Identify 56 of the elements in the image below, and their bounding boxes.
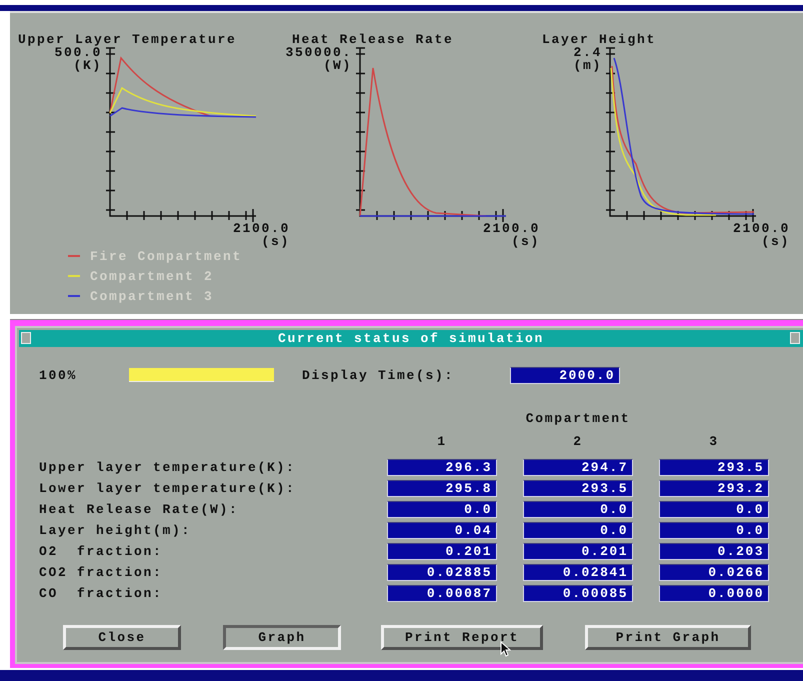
value-field: 0.00085 — [523, 584, 633, 602]
value-field: 0.0 — [523, 500, 633, 518]
display-time-field: 2000.0 — [510, 366, 620, 384]
y-axis-max-label: 350000. — [285, 46, 352, 59]
dialog-button[interactable]: Graph — [223, 624, 341, 650]
value-field: 0.0 — [659, 522, 769, 539]
window-menu-icon[interactable] — [21, 332, 31, 344]
x-axis-max-label: 2100.0 — [732, 222, 790, 235]
y-axis-max-label: 500.0 — [54, 46, 102, 59]
value-field: 294.7 — [523, 458, 633, 476]
row-label: Upper layer temperature(K): — [39, 460, 297, 474]
chart-title: Heat Release Rate — [292, 32, 455, 46]
value-field: 0.201 — [387, 542, 497, 560]
compartment-header: Compartment — [526, 412, 630, 425]
value-field: 0.0 — [659, 500, 769, 518]
value-field: 0.04 — [387, 522, 497, 539]
value-field: 293.5 — [523, 480, 633, 497]
value-field: 293.2 — [659, 480, 769, 497]
row-label: CO2 fraction: — [39, 566, 164, 579]
row-label: CO fraction: — [39, 586, 164, 600]
value-field: 0.0266 — [659, 564, 769, 581]
column-header: 2 — [573, 434, 583, 448]
row-label: Layer height(m): — [39, 524, 192, 537]
row-label: Lower layer temperature(K): — [39, 482, 297, 495]
value-field: 293.5 — [659, 458, 769, 476]
y-axis-unit: (K) — [73, 58, 102, 72]
y-axis-max-label: 2.4 — [573, 46, 602, 59]
y-axis-unit: (W) — [323, 58, 352, 72]
value-field: 296.3 — [387, 458, 497, 476]
column-header: 3 — [709, 434, 719, 448]
x-axis-unit: (s) — [761, 234, 790, 248]
dialog-button[interactable]: Close — [63, 624, 181, 650]
x-axis-max-label: 2100.0 — [482, 222, 540, 235]
progress-percent: 100% — [39, 368, 78, 382]
row-label: O2 fraction: — [39, 544, 164, 558]
x-axis-max-label: 2100.0 — [232, 222, 290, 235]
value-field: 0.00087 — [387, 584, 497, 602]
x-axis-unit: (s) — [261, 234, 290, 248]
chart-title: Upper Layer Temperature — [18, 32, 238, 46]
value-field: 0.201 — [523, 542, 633, 560]
value-field: 0.02885 — [387, 564, 497, 581]
chart-title: Layer Height — [542, 32, 658, 46]
dialog-button[interactable]: Print Graph — [585, 624, 751, 650]
value-field: 0.02841 — [523, 564, 633, 581]
value-field: 0.0 — [387, 500, 497, 518]
y-axis-unit: (m) — [573, 58, 602, 72]
dialog-title: Current status of simulation — [278, 332, 544, 345]
row-label: Heat Release Rate(W): — [39, 502, 240, 516]
value-field: 0.0 — [523, 522, 633, 539]
window-resize-icon[interactable] — [790, 332, 800, 344]
column-header: 1 — [437, 434, 447, 448]
value-field: 0.203 — [659, 542, 769, 560]
value-field: 295.8 — [387, 480, 497, 497]
display-time-label: Display Time(s): — [302, 368, 456, 382]
value-field: 0.0000 — [659, 584, 769, 602]
x-axis-unit: (s) — [511, 234, 540, 248]
